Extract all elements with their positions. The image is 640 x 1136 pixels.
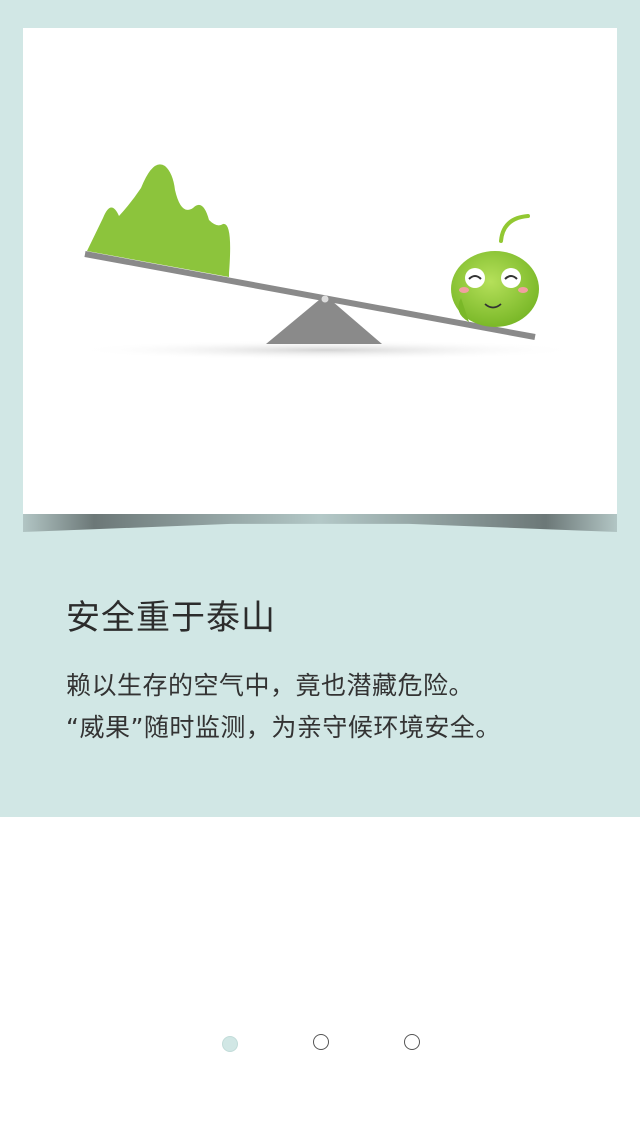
seesaw-illustration xyxy=(72,164,582,360)
intro-headline: 安全重于泰山 xyxy=(66,598,276,638)
intro-description-line-1: 赖以生存的空气中，竟也潜藏危险。 xyxy=(66,671,475,700)
mascot-character xyxy=(451,214,539,327)
intro-description-line-2: “威果”随时监测，为亲守候环境安全。 xyxy=(66,713,501,742)
illustration-card xyxy=(23,28,617,514)
seesaw-pivot xyxy=(321,295,329,303)
page-dot-2[interactable] xyxy=(313,1034,329,1050)
page-dot-1-active[interactable] xyxy=(222,1036,238,1052)
page-dot-3[interactable] xyxy=(404,1034,420,1050)
card-shadow xyxy=(23,514,617,532)
intro-panel: 安全重于泰山 赖以生存的空气中，竟也潜藏危险。 “威果”随时监测，为亲守候环境安… xyxy=(0,0,640,817)
